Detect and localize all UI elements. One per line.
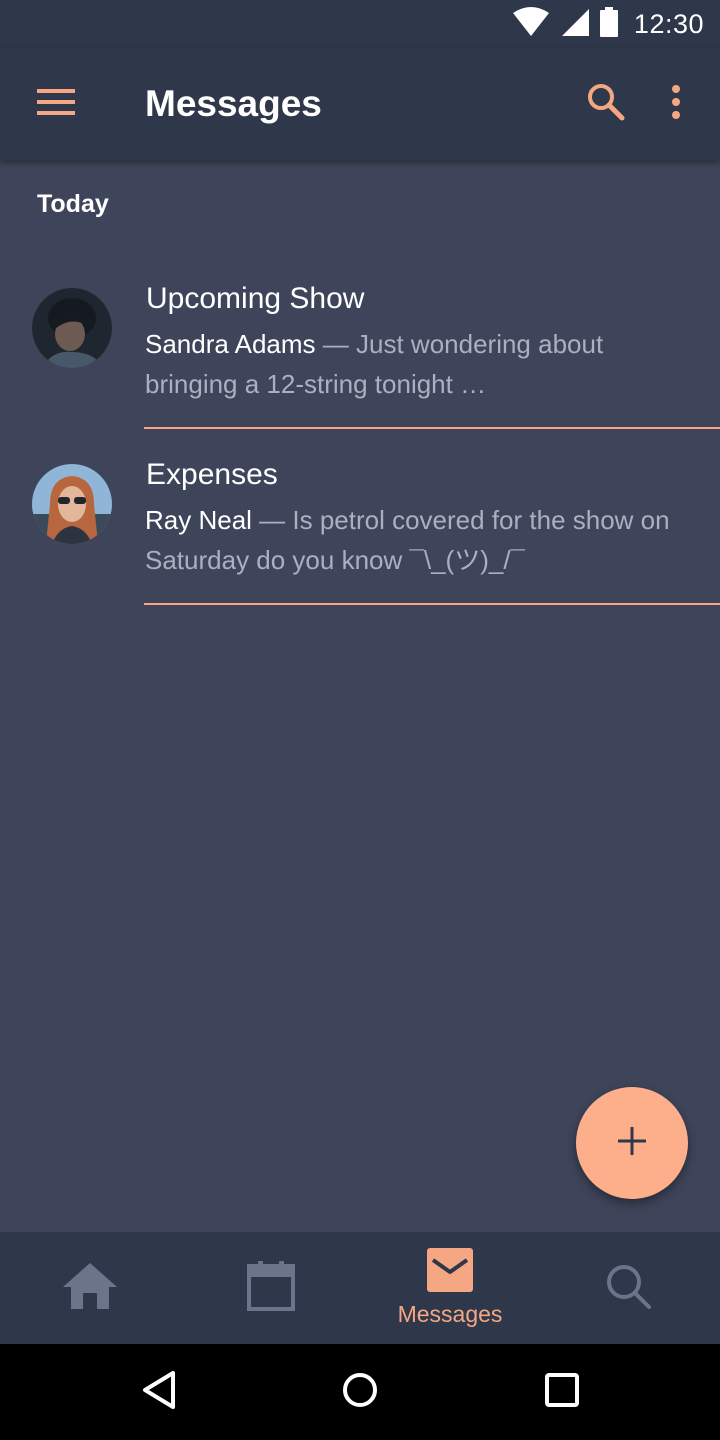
message-subject: Upcoming Show	[146, 282, 365, 315]
recents-icon	[544, 1372, 580, 1413]
divider	[144, 603, 720, 605]
nav-item-messages[interactable]: Messages	[360, 1232, 540, 1344]
message-subject: Expenses	[146, 458, 278, 491]
status-bar: 12:30	[0, 0, 720, 48]
back-icon	[140, 1370, 180, 1415]
wifi-icon	[512, 6, 550, 42]
cell-signal-icon	[560, 7, 590, 42]
avatar	[32, 464, 112, 544]
search-icon	[604, 1262, 652, 1315]
search-icon	[586, 82, 626, 127]
plus-icon	[616, 1125, 648, 1162]
back-button[interactable]	[132, 1364, 188, 1420]
avatar	[32, 288, 112, 368]
bottom-nav: Messages	[0, 1232, 720, 1344]
mail-icon	[427, 1248, 473, 1297]
system-nav	[0, 1344, 720, 1440]
list-item[interactable]: Expenses Ray Neal — Is petrol covered fo…	[0, 440, 720, 616]
home-circle-icon	[340, 1370, 380, 1415]
nav-item-calendar[interactable]	[181, 1232, 361, 1344]
recents-button[interactable]	[534, 1364, 590, 1420]
home-icon	[61, 1261, 119, 1316]
section-header: Today	[37, 190, 109, 218]
battery-icon	[599, 6, 618, 42]
status-time: 12:30	[633, 8, 704, 39]
message-separator: —	[251, 505, 293, 535]
nav-item-search[interactable]	[538, 1232, 718, 1344]
list-item[interactable]: Upcoming Show Sandra Adams — Just wonder…	[0, 264, 720, 440]
menu-icon	[37, 88, 75, 121]
more-options-button[interactable]	[655, 78, 697, 130]
app-bar: Messages	[0, 48, 720, 160]
message-sender: Sandra Adams	[145, 329, 316, 359]
calendar-icon	[247, 1260, 295, 1316]
menu-button[interactable]	[24, 80, 88, 128]
nav-item-home[interactable]	[0, 1232, 180, 1344]
divider	[144, 427, 720, 429]
compose-fab[interactable]	[576, 1087, 688, 1199]
home-button[interactable]	[332, 1364, 388, 1420]
more-vert-icon	[670, 84, 682, 125]
message-preview: Sandra Adams — Just wondering about brin…	[145, 324, 685, 404]
message-separator: —	[315, 329, 357, 359]
status-icons: 12:30	[512, 6, 704, 42]
page-title: Messages	[145, 83, 322, 124]
message-preview: Ray Neal — Is petrol covered for the sho…	[145, 500, 685, 580]
message-sender: Ray Neal	[145, 505, 252, 535]
search-button[interactable]	[580, 78, 632, 130]
nav-label-messages: Messages	[397, 1301, 503, 1327]
